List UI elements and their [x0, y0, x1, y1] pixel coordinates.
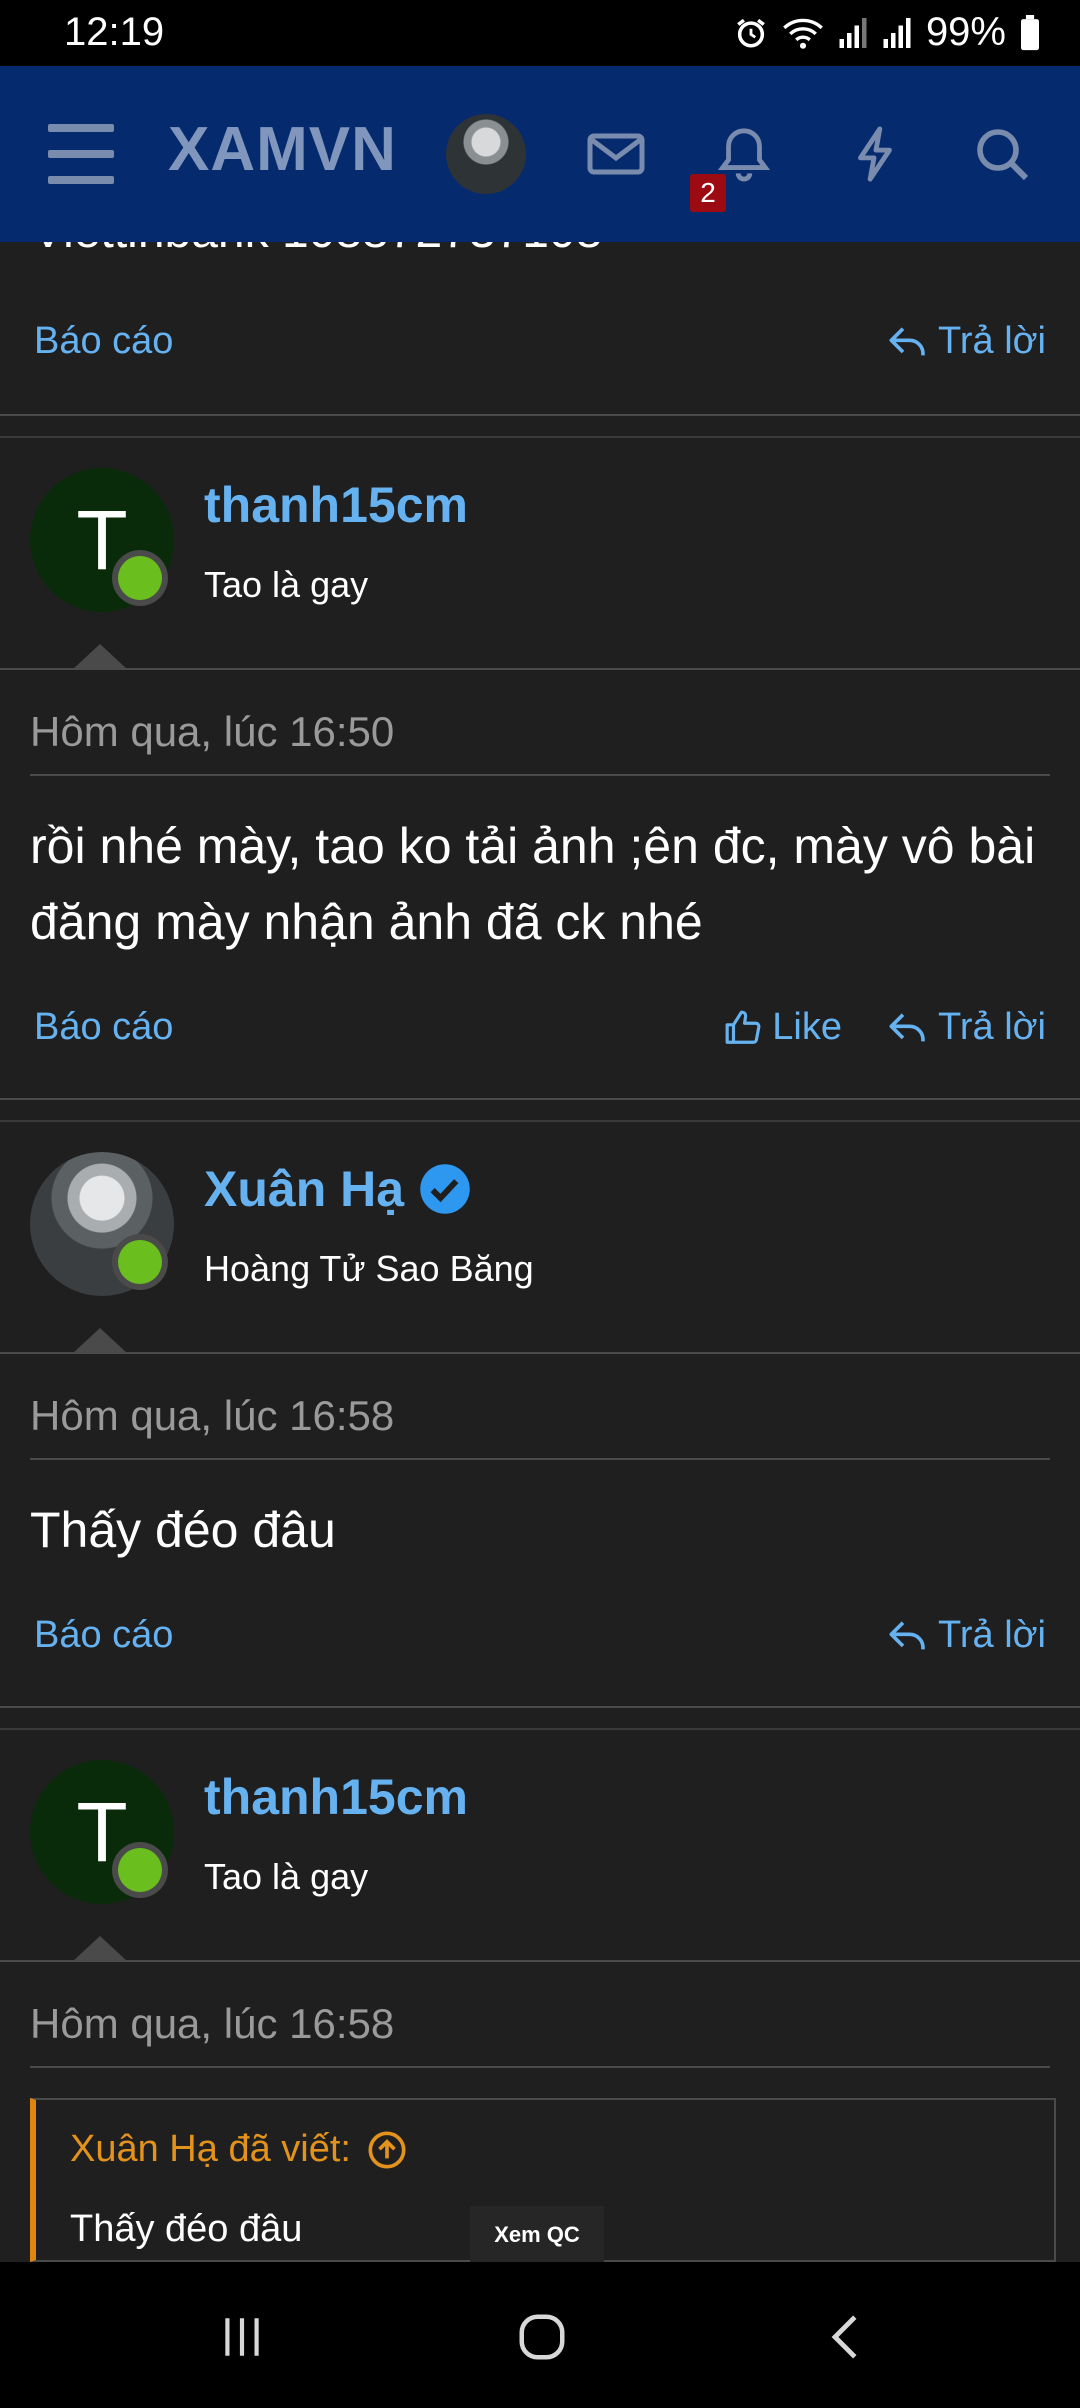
username[interactable]: thanh15cm: [204, 476, 468, 534]
like-icon: [725, 1010, 761, 1044]
reply-button[interactable]: Trả lời: [888, 1006, 1046, 1049]
user-title: Tao là gay: [204, 564, 369, 605]
post-actions: Báo cáo Trả lời: [0, 320, 1080, 380]
quote-body: Thấy đéo đâu: [70, 2208, 303, 2250]
report-link[interactable]: Báo cáo: [34, 320, 173, 363]
battery-icon: [1021, 14, 1039, 50]
post-header: T thanh15cm Tao là gay: [0, 1730, 1080, 1962]
username[interactable]: thanh15cm: [204, 1768, 468, 1826]
username-text[interactable]: thanh15cm: [204, 476, 468, 534]
user-title: Hoàng Tử Sao Băng: [204, 1248, 534, 1289]
search-icon[interactable]: [962, 114, 1042, 194]
bolt-icon[interactable]: [834, 114, 914, 194]
report-link[interactable]: Báo cáo: [34, 1006, 173, 1049]
post-date[interactable]: Hôm qua, lúc 16:58: [30, 1392, 394, 1440]
user-avatar[interactable]: [446, 114, 526, 194]
report-link[interactable]: Báo cáo: [34, 1614, 173, 1657]
home-icon[interactable]: [502, 2302, 582, 2372]
ad-button[interactable]: Xem QC: [470, 2206, 604, 2262]
alarm-icon: [737, 18, 765, 48]
post-header: T thanh15cm Tao là gay: [0, 438, 1080, 670]
status-time: 12:19: [64, 10, 165, 54]
online-icon: [112, 550, 168, 606]
user-title: Tao là gay: [204, 1856, 369, 1897]
post-date[interactable]: Hôm qua, lúc 16:58: [30, 2000, 394, 2048]
post-message: rồi nhé mày, tao ko tải ảnh ;ên đc, mày …: [30, 818, 1036, 950]
like-label: Like: [772, 1006, 842, 1048]
username[interactable]: Xuân Hạ: [204, 1160, 472, 1218]
reply-icon: [889, 1620, 925, 1649]
previous-post-fragment: Viettinbank 108872737108: [32, 242, 602, 259]
recents-icon[interactable]: [202, 2302, 282, 2372]
notification-badge: 2: [690, 174, 726, 212]
reply-label: Trả lời: [938, 1006, 1046, 1048]
thread-content: Viettinbank 108872737108 Báo cáo Trả lời…: [0, 242, 1080, 2262]
post-date[interactable]: Hôm qua, lúc 16:50: [30, 708, 394, 756]
username-text[interactable]: thanh15cm: [204, 1768, 468, 1826]
menu-icon[interactable]: [48, 124, 116, 184]
verified-icon: [420, 1164, 470, 1214]
post-message: Thấy đéo đâu: [30, 1502, 336, 1558]
back-icon[interactable]: [806, 2302, 886, 2372]
reply-label: Trả lời: [938, 1614, 1046, 1656]
like-button[interactable]: Like: [724, 1006, 842, 1049]
post-actions: Báo cáo Like Trả lời: [0, 1006, 1080, 1066]
post-actions: Báo cáo Trả lời: [0, 1614, 1080, 1674]
reply-button[interactable]: Trả lời: [888, 320, 1046, 363]
post-header: Xuân Hạ Hoàng Tử Sao Băng: [0, 1122, 1080, 1354]
signal-icon-2: [883, 17, 911, 48]
online-icon: [112, 1234, 168, 1290]
reply-icon: [889, 1012, 925, 1041]
reply-icon: [889, 326, 925, 355]
wifi-icon: [783, 18, 823, 49]
system-nav-bar: [0, 2262, 1080, 2408]
signal-icon: [839, 17, 867, 48]
online-icon: [112, 1842, 168, 1898]
reply-label: Trả lời: [938, 320, 1046, 362]
battery-percent: 99%: [925, 10, 1006, 54]
reply-button[interactable]: Trả lời: [888, 1614, 1046, 1657]
quote-title[interactable]: Xuân Hạ đã viết:: [70, 2128, 407, 2171]
site-logo[interactable]: XAMVN: [168, 114, 397, 185]
status-bar: 12:19 99%: [0, 0, 1080, 66]
username-text[interactable]: Xuân Hạ: [204, 1160, 404, 1218]
app-header: XAMVN 2: [0, 66, 1080, 242]
quote-title-text: Xuân Hạ đã viết:: [70, 2128, 351, 2170]
mail-icon[interactable]: [576, 114, 656, 194]
arrow-up-circle-icon[interactable]: [367, 2130, 407, 2170]
status-icons: 99%: [734, 10, 1040, 55]
